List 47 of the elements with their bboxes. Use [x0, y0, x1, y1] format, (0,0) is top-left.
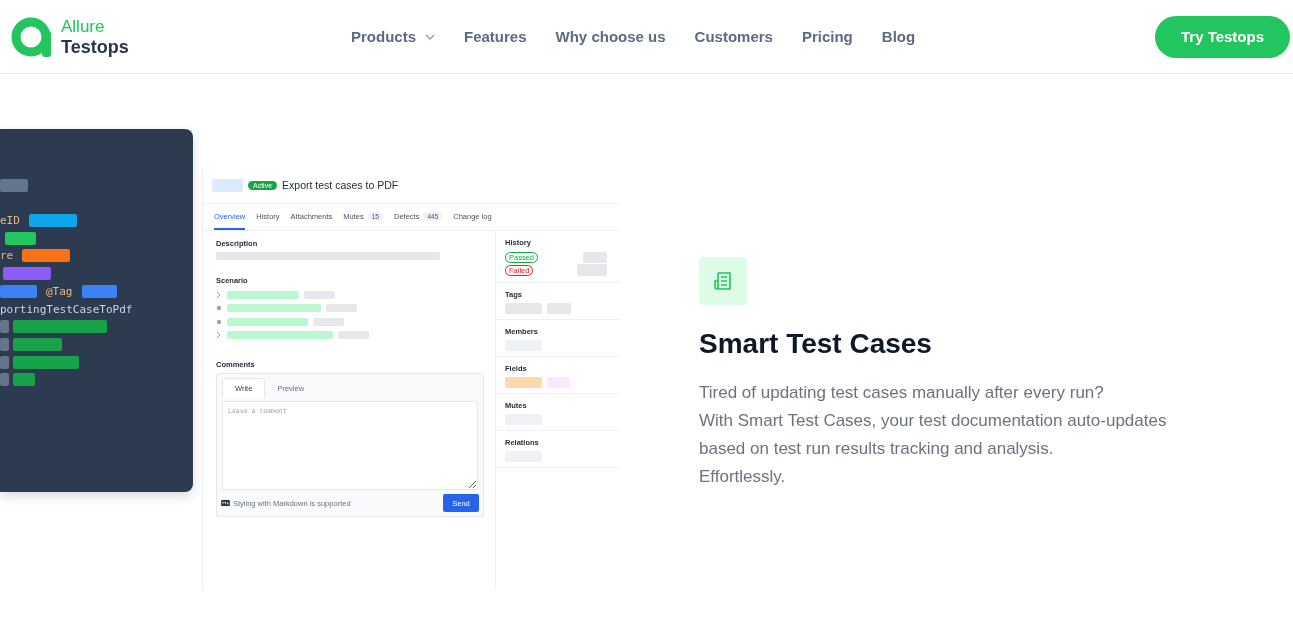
- code-placeholder: [0, 178, 28, 192]
- logo-name: Testops: [61, 36, 129, 57]
- step-placeholder: [304, 290, 335, 299]
- document-icon: [699, 257, 747, 305]
- value-placeholder: [577, 264, 607, 276]
- step-placeholder: [338, 331, 369, 340]
- code-placeholder: [0, 337, 9, 351]
- nav-link[interactable]: Why choose us: [555, 28, 666, 45]
- code-placeholder: [13, 337, 62, 351]
- tag-placeholder: [547, 303, 571, 314]
- step-placeholder: [313, 317, 344, 326]
- field-placeholder: [505, 377, 542, 388]
- code-placeholder: [0, 355, 9, 369]
- code-placeholder: [0, 320, 9, 334]
- nav-link[interactable]: Products: [351, 28, 435, 45]
- code-placeholder: [5, 231, 36, 245]
- tag-placeholder: [505, 303, 542, 314]
- nav-link[interactable]: Blog: [881, 28, 916, 45]
- code-text: eID: [0, 214, 20, 228]
- bullet-icon: [216, 304, 222, 313]
- code-placeholder: [81, 284, 117, 298]
- markdown-icon: [221, 500, 230, 506]
- value-placeholder: [583, 252, 607, 263]
- code-placeholder: [3, 267, 51, 281]
- code-text: re: [0, 249, 14, 263]
- bullet-icon: [216, 317, 222, 326]
- feature-title: Smart Test Cases: [699, 328, 933, 360]
- step-placeholder: [326, 304, 357, 313]
- code-placeholder: [0, 284, 37, 298]
- nav-link[interactable]: Features: [464, 28, 527, 45]
- code-placeholder: [0, 373, 9, 387]
- chevron-right-icon: [216, 331, 222, 340]
- nav-link[interactable]: Pricing: [801, 28, 853, 45]
- code-placeholder: [13, 373, 35, 387]
- code-placeholder: [22, 249, 71, 263]
- id-placeholder: [212, 178, 243, 192]
- test-case-title: Export test cases to PDF: [282, 179, 399, 191]
- code-placeholder: [13, 355, 79, 369]
- chevron-down-icon: [425, 33, 435, 40]
- code-placeholder: [28, 214, 77, 228]
- code-text: @Tag: [46, 284, 73, 298]
- step-placeholder: [227, 290, 299, 299]
- chevron-right-icon: [216, 290, 222, 299]
- nav-link[interactable]: Customers: [694, 28, 773, 45]
- logo-name: Allure: [61, 16, 106, 37]
- feature-description: Tired of updating test cases manually after every run? With Smart Test Cases, your test documentation auto-updates based on test run results tracking and analysis. Effortlessly.: [699, 382, 1167, 488]
- code-text: portingTestCaseToPdf: [0, 302, 133, 316]
